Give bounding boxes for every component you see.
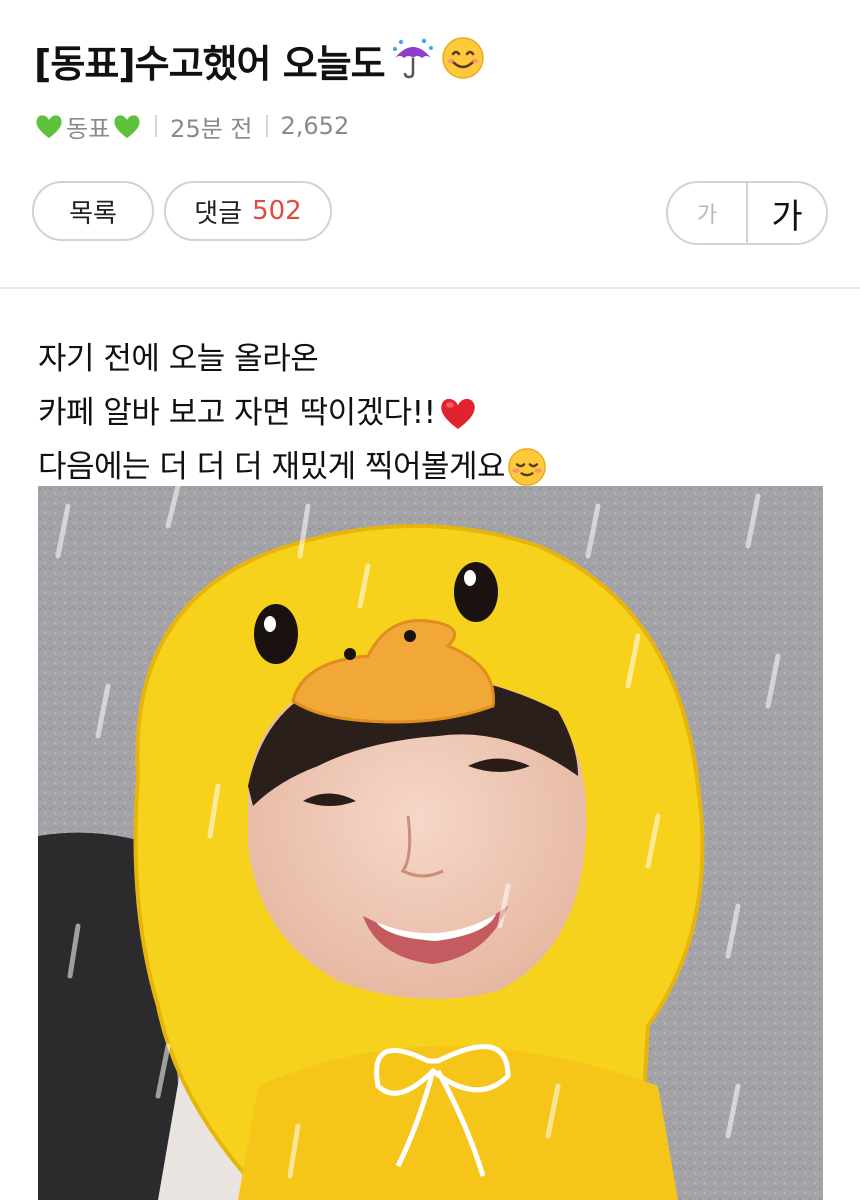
title-row: [동표]수고했어 오늘도 (34, 28, 485, 92)
green-heart-icon (36, 115, 62, 138)
content-line: 자기 전에 오늘 올라온 (38, 332, 547, 386)
duck-filter-photo (38, 486, 823, 1200)
font-size-small-button[interactable]: 가 (668, 183, 746, 243)
meta-divider (155, 115, 158, 137)
comments-button[interactable]: 댓글 502 (164, 181, 332, 241)
blushing-face-icon (508, 448, 546, 486)
font-size-small-label: 가 (696, 203, 718, 228)
post-time: 25분 전 (170, 114, 253, 143)
smiling-face-icon (441, 36, 485, 84)
content-line: 카페 알바 보고 자면 딱이겠다!! (38, 386, 547, 440)
author[interactable]: 동표 (34, 109, 142, 144)
content-line-text: 카페 알바 보고 자면 딱이겠다!! (38, 395, 436, 431)
post-title: [동표]수고했어 오늘도 (34, 41, 386, 86)
list-button-label: 목록 (69, 198, 117, 229)
font-size-toggle: 가 가 (666, 181, 828, 245)
post-content: 자기 전에 오늘 올라온 카페 알바 보고 자면 딱이겠다!! 다음에는 더 더… (38, 332, 547, 494)
umbrella-rain-icon (391, 36, 435, 84)
post-header: [동표]수고했어 오늘도 동표 25분 전 2,652 목록 댓글 502 가 … (0, 0, 860, 288)
font-size-large-label: 가 (771, 196, 803, 237)
meta-divider (265, 115, 268, 137)
list-button[interactable]: 목록 (32, 181, 154, 241)
comments-button-label: 댓글 (194, 198, 243, 229)
author-name: 동표 (66, 114, 111, 143)
font-size-large-button[interactable]: 가 (746, 183, 826, 243)
comments-count: 502 (252, 196, 302, 226)
post-photo[interactable] (38, 486, 823, 1200)
post-toolbar: 목록 댓글 502 가 가 (32, 181, 828, 245)
green-heart-icon (114, 115, 140, 138)
content-line-text: 자기 전에 오늘 올라온 (38, 341, 319, 377)
red-heart-icon (440, 398, 475, 429)
header-divider (0, 287, 860, 289)
post-meta: 동표 25분 전 2,652 (34, 106, 349, 146)
view-count: 2,652 (280, 112, 350, 140)
